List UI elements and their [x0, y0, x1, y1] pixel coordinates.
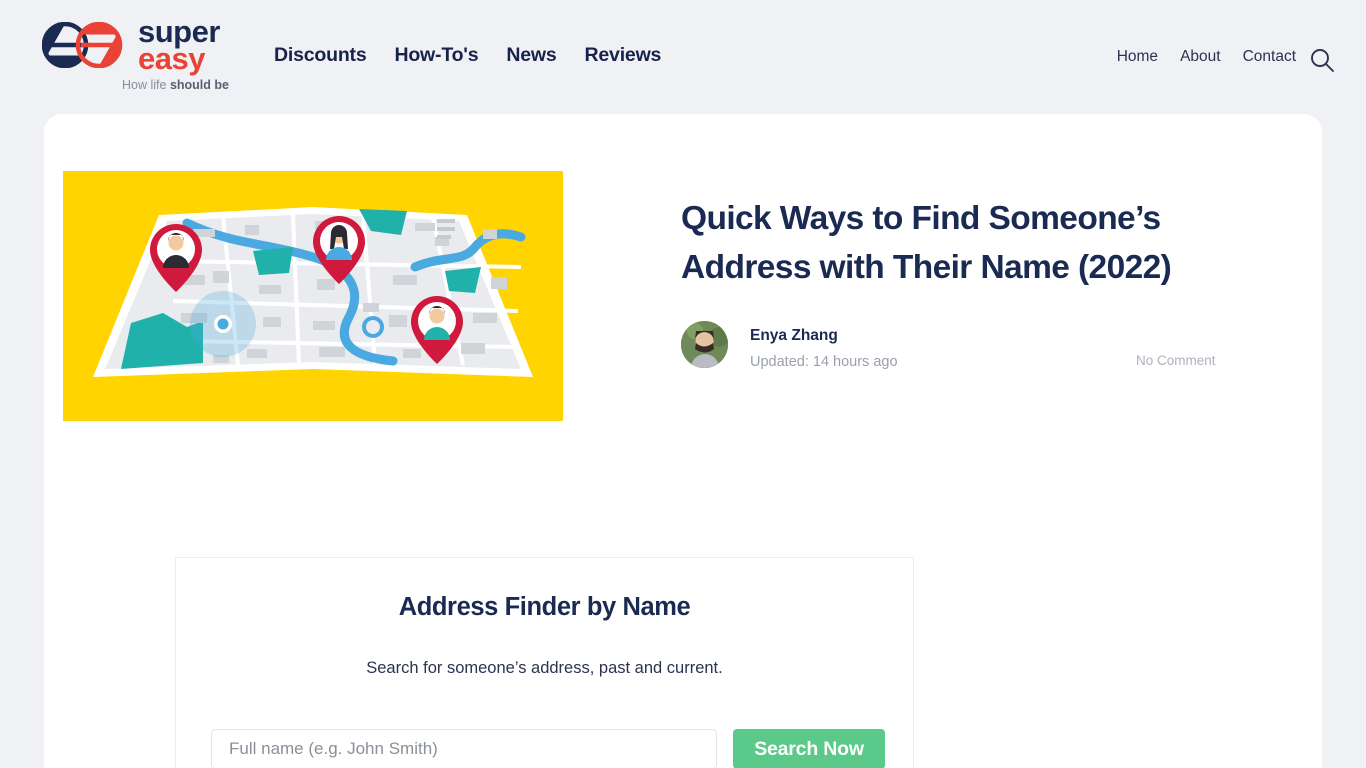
site-header: super easy How life should be Discounts …: [0, 0, 1366, 114]
superEasy-double-e-logo-icon: [42, 22, 123, 68]
article-card: Quick Ways to Find Someone’s Address wit…: [44, 114, 1322, 768]
search-icon[interactable]: [1308, 46, 1336, 74]
address-finder-widget: Address Finder by Name Search for someon…: [175, 557, 914, 768]
logo-wordmark: super easy: [138, 16, 220, 77]
map-illustration-icon: [63, 171, 563, 421]
nav-item-about[interactable]: About: [1180, 48, 1221, 66]
comment-count[interactable]: No Comment: [1136, 353, 1216, 368]
nav-item-news[interactable]: News: [506, 44, 556, 67]
widget-subtitle: Search for someone’s address, past and c…: [366, 659, 723, 677]
avatar-photo-icon: [681, 321, 728, 368]
search-now-button[interactable]: Search Now: [733, 729, 885, 768]
logo-word-easy: easy: [138, 41, 205, 77]
address-finder-form: Search Now: [211, 729, 885, 768]
hero-illustration: [63, 171, 563, 421]
widget-title: Address Finder by Name: [398, 593, 691, 621]
nav-item-reviews[interactable]: Reviews: [585, 44, 662, 67]
page-root: super easy How life should be Discounts …: [0, 0, 1366, 768]
article-byline: Enya Zhang Updated: 14 hours ago No Comm…: [681, 321, 1281, 375]
page-title: Quick Ways to Find Someone’s Address wit…: [681, 200, 1172, 286]
avatar: [681, 321, 728, 368]
search-icon-glyph: [1311, 49, 1334, 72]
nav-item-contact[interactable]: Contact: [1243, 48, 1296, 66]
nav-item-how-tos[interactable]: How-To's: [394, 44, 478, 67]
full-name-input[interactable]: [211, 729, 717, 768]
tagline-bold: should be: [169, 78, 229, 92]
secondary-navigation: Home About Contact: [1117, 48, 1296, 66]
logo-tagline: How life should be: [122, 78, 229, 92]
primary-navigation: Discounts How-To's News Reviews: [274, 44, 661, 67]
author-name[interactable]: Enya Zhang: [750, 327, 838, 345]
updated-timestamp: Updated: 14 hours ago: [750, 354, 898, 370]
nav-item-discounts[interactable]: Discounts: [274, 44, 367, 67]
tagline-prefix: How life: [122, 78, 170, 92]
nav-item-home[interactable]: Home: [1117, 48, 1158, 66]
